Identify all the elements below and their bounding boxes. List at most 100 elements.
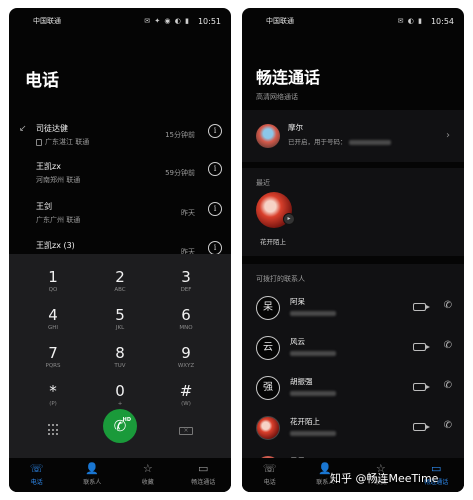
nav-tab-icon: ☏ [29,462,44,475]
caller-location: 河南郑州 联通 [36,175,80,185]
avatar: 强 [256,376,280,400]
dial-key[interactable]: # (W) [156,382,216,416]
caller-location-text: 河南郑州 联通 [36,176,81,184]
info-icon[interactable]: i [208,241,222,255]
sim-card-icon [36,138,42,146]
call-log-row[interactable]: 王凯zx 河南郑州 联通 59分钟前 i [9,158,231,196]
dial-key[interactable]: 8 TUV [90,344,150,378]
nav-tab-label: 电话 [30,479,43,486]
nav-tab[interactable]: ☏ 电话 [242,458,298,492]
nav-tab[interactable]: ☆ 收藏 [120,458,176,492]
watermark: 知乎 @畅连MeeTime [330,472,439,485]
hd-call-button[interactable]: ✆ HD [103,409,137,443]
caller-location-text: 广东湛江 联通 [45,138,90,146]
caller-location: 广东广州 联通 [36,215,80,225]
dial-key-digit: 5 [115,306,125,324]
info-icon[interactable]: i [208,162,222,176]
contact-name: 阿呆 [290,297,305,306]
dial-key[interactable]: 3 DEF [156,268,216,302]
dialer-screen: 中国联通 ✉ ✦ ◉ ◐ ▮ 10:51 电话 ↙ 司徒达健 广东湛江 联通 15分钟… [9,8,231,492]
call-log-row[interactable]: 王剑广东广州 联通 昨天 i [9,198,231,236]
info-icon[interactable]: i [208,202,222,216]
dialpad-toggle-icon[interactable] [48,424,60,436]
page-title: 畅连通话 [256,68,321,87]
dial-key-digit: 3 [181,268,191,286]
video-call-icon[interactable] [413,343,430,351]
video-call-icon[interactable] [413,423,430,431]
dial-key[interactable]: * (P) [23,382,83,416]
dial-key-letters: (P) [49,401,57,407]
avatar: 呆 [256,296,280,320]
voice-call-icon[interactable]: ✆ [444,420,452,431]
call-time: 昨天 [181,209,195,217]
meetime-screen: 中国联通 ✉ ◐ ▮ 10:54 畅连通话 高清网络通话 摩尔 已开启，用于号码… [242,8,464,492]
recent-contact-name: 花开陌上 [260,238,286,246]
avatar [256,416,280,440]
dial-key[interactable]: 9 WXYZ [156,344,216,378]
dial-key[interactable]: 7 PQRS [23,344,83,378]
dial-key-digit: * [49,382,57,400]
status-icons: ✉ ✦ ◉ ◐ ▮ [144,17,190,25]
backspace-icon[interactable]: × [179,427,193,435]
dial-key-digit: 4 [48,306,58,324]
call-time: 59分钟前 [165,169,195,177]
redacted-number [348,139,391,145]
caller-name: 司徒达健 [36,124,68,133]
contact-row[interactable]: 强 胡振强 ✆ [242,374,464,404]
voice-call-icon[interactable]: ✆ [444,300,452,311]
dial-key-letters: WXYZ [177,363,195,369]
dial-key[interactable]: 4 GHI [23,306,83,340]
recent-contact-avatar[interactable]: ▸ [256,192,295,228]
dial-key-digit: 2 [115,268,125,286]
call-log-row[interactable]: ↙ 司徒达健 广东湛江 联通 15分钟前 i [9,120,231,158]
dial-key[interactable]: 2 ABC [90,268,150,302]
voice-call-icon[interactable]: ✆ [444,380,452,391]
dial-key-letters: MNO [179,325,193,331]
dial-key-digit: 1 [48,268,58,286]
nav-tab[interactable]: ▭ 畅连通话 [176,458,232,492]
video-badge-icon: ▸ [283,213,295,225]
dial-key-digit: 9 [181,344,191,362]
contact-name: 胡振强 [290,377,313,386]
dial-key[interactable]: 5 JKL [90,306,150,340]
dial-key[interactable]: 6 MNO [156,306,216,340]
my-status-text: 已开启，用于号码： [288,138,347,146]
contact-row[interactable]: 呆 阿呆 ✆ [242,294,464,324]
dial-key-letters: PQRS [45,363,61,369]
page-title: 电话 [25,71,59,91]
nav-tab-icon: ☏ [262,462,277,475]
call-time: 15分钟前 [165,131,195,139]
status-bar: 中国联通 ✉ ✦ ◉ ◐ ▮ 10:51 [9,8,231,34]
nav-tab-icon: ☆ [142,462,153,475]
video-call-icon[interactable] [413,303,430,311]
dial-key-letters: GHI [47,325,59,331]
contact-row[interactable]: 云 风云 ✆ [242,334,464,364]
dial-key-letters: ABC [114,287,126,293]
caller-name: 王剑 [36,202,52,211]
info-icon[interactable]: i [208,124,222,138]
status-time: 10:54 [430,16,454,26]
page-subtitle: 高清网络通话 [256,93,298,101]
nav-tab-label: 收藏 [141,479,154,486]
nav-tab[interactable]: 👤 联系人 [65,458,121,492]
caller-location: 广东湛江 联通 [36,137,89,147]
redacted-number [290,351,336,356]
nav-tab[interactable]: ☏ 电话 [9,458,65,492]
nav-tab-label: 电话 [263,479,276,486]
nav-tab-label: 畅连通话 [191,479,216,486]
dial-key-letters: TUV [114,363,126,369]
dial-key[interactable]: 1 QO [23,268,83,302]
nav-tab-icon: 👤 [85,462,100,475]
chevron-right-icon: › [446,130,450,141]
dial-key-digit: 0 [115,382,125,400]
carrier-label: 中国联通 [266,17,294,25]
contact-name: 花开陌上 [290,417,320,426]
contact-row[interactable]: 花开陌上 ✆ [242,414,464,444]
dial-key-letters: + [117,401,123,407]
my-status: 已开启，用于号码： [288,136,391,146]
my-account-card[interactable]: 摩尔 已开启，用于号码： › [242,110,464,162]
carrier-label: 中国联通 [33,17,61,25]
voice-call-icon[interactable]: ✆ [444,340,452,351]
video-call-icon[interactable] [413,383,430,391]
status-bar: 中国联通 ✉ ◐ ▮ 10:54 [242,8,464,34]
